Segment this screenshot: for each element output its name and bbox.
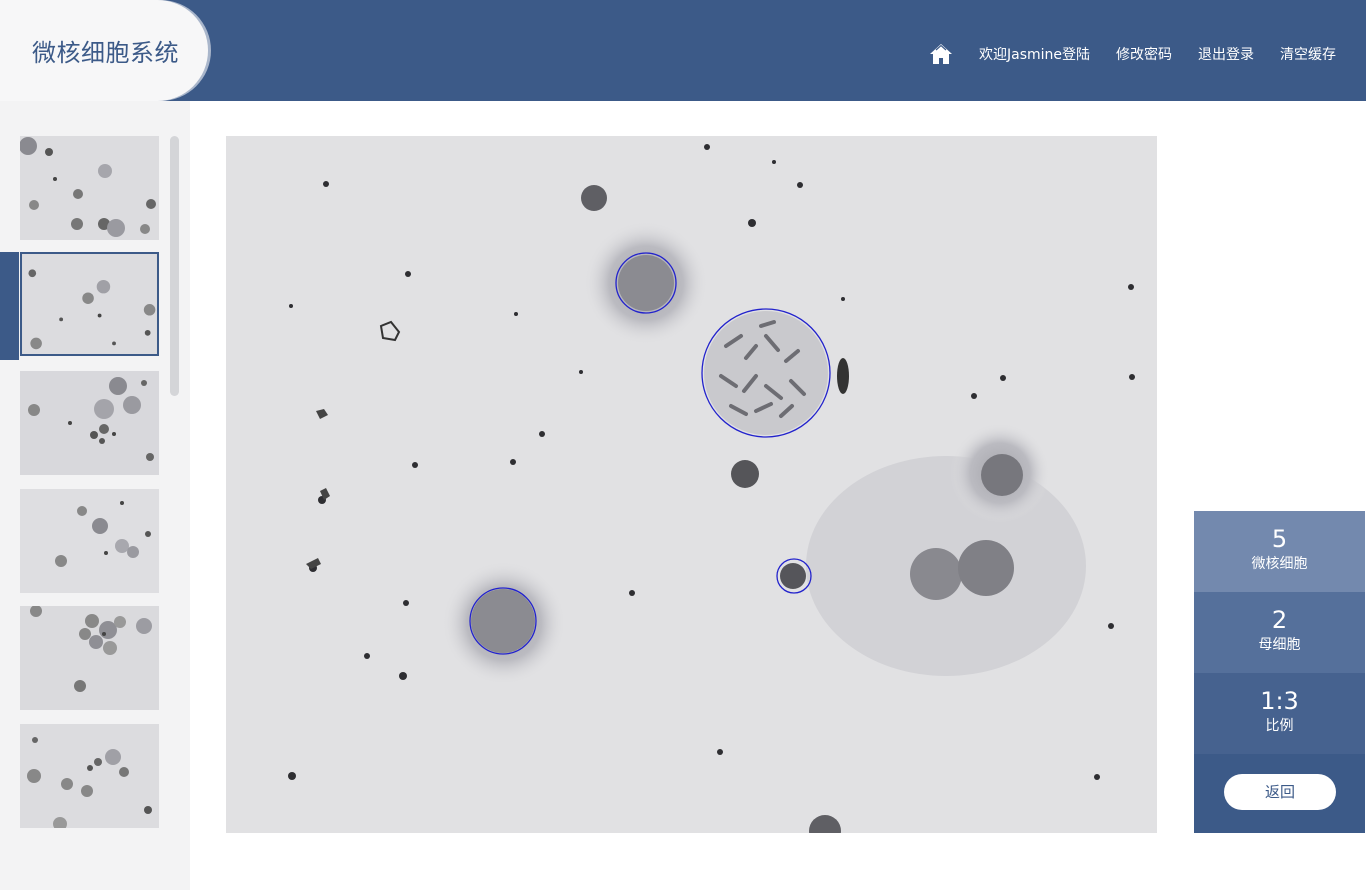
change-password-link[interactable]: 修改密码 (1116, 44, 1172, 64)
logo-area: 微核细胞系统 (0, 0, 208, 101)
mother-cell-count: 2 (1271, 606, 1288, 634)
mother-cell-stat: 2 母细胞 (1194, 592, 1365, 673)
clear-cache-link[interactable]: 清空缓存 (1280, 44, 1336, 64)
thumbnail-5[interactable] (20, 606, 159, 710)
thumbnail-4[interactable] (20, 489, 159, 593)
ratio-label: 比例 (1265, 718, 1294, 734)
home-icon[interactable] (929, 43, 953, 65)
thumbnail-2[interactable] (20, 252, 159, 356)
ratio-value: 1:3 (1260, 687, 1299, 715)
welcome-user-text: 欢迎Jasmine登陆 (978, 47, 1090, 63)
mother-cell-label: 母细胞 (1258, 637, 1301, 653)
thumbnail-1[interactable] (20, 136, 159, 240)
back-button[interactable]: 返回 (1224, 774, 1336, 810)
micronucleus-stat: 5 微核细胞 (1194, 511, 1365, 592)
selected-marker (0, 252, 19, 360)
top-header: 微核细胞系统 欢迎Jasmine登陆 修改密码 退出登录 清空缓存 (0, 0, 1366, 101)
sidebar-scrollbar[interactable] (170, 136, 179, 396)
logout-link[interactable]: 退出登录 (1198, 44, 1254, 64)
app-title: 微核细胞系统 (32, 39, 179, 67)
stats-panel: 5 微核细胞 2 母细胞 1:3 比例 返回 (1194, 511, 1365, 833)
micronucleus-count: 5 (1271, 525, 1288, 553)
micronucleus-label: 微核细胞 (1251, 556, 1308, 572)
microscope-image[interactable] (226, 136, 1157, 833)
thumbnail-sidebar (0, 101, 190, 890)
thumbnail-3[interactable] (20, 371, 159, 475)
ratio-stat: 1:3 比例 (1194, 673, 1365, 754)
thumbnail-6[interactable] (20, 724, 159, 828)
top-nav: 欢迎Jasmine登陆 修改密码 退出登录 清空缓存 (929, 40, 1336, 68)
